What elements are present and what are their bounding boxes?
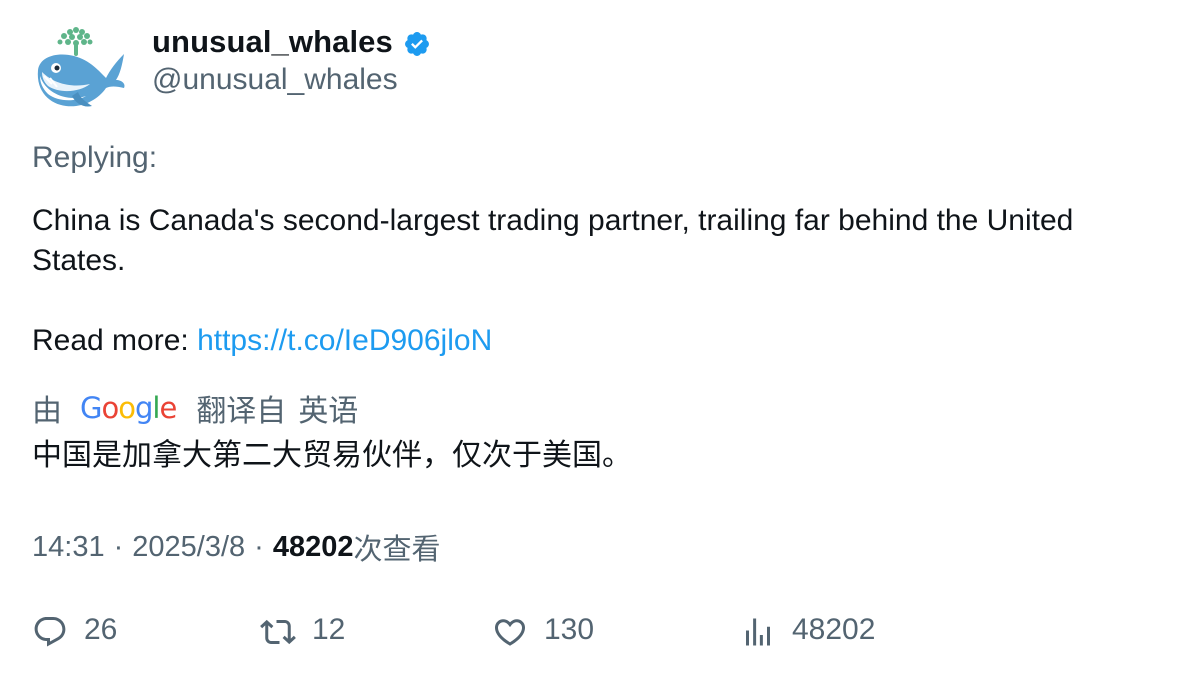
tweet-time[interactable]: 14:31: [32, 531, 105, 564]
translation-source-language: 英语: [298, 395, 359, 428]
translation-suffix: 翻译自: [196, 395, 287, 428]
author-display-name[interactable]: unusual_whales: [152, 24, 393, 60]
verified-badge-icon: [404, 31, 429, 56]
retweet-icon: [260, 619, 296, 645]
views-action-count: 48202: [792, 613, 876, 646]
reply-button[interactable]: 26: [32, 604, 117, 660]
avatar[interactable]: [32, 26, 128, 112]
tweet-date[interactable]: 2025/3/8: [132, 531, 245, 564]
author-handle[interactable]: @unusual_whales: [152, 63, 398, 97]
google-logo: Google: [80, 391, 177, 425]
tweet-meta: 14:31 · 2025/3/8 · 48202 次查看: [32, 526, 440, 568]
tweet-text: China is Canada's second-largest trading…: [32, 204, 1082, 277]
views-label: 次查看: [353, 534, 441, 566]
retweet-count: 12: [312, 613, 346, 646]
meta-separator: ·: [113, 530, 124, 563]
reply-icon: [34, 617, 66, 647]
like-count: 130: [544, 613, 595, 646]
meta-separator-2: ·: [254, 530, 264, 563]
action-bar: 26 12 130 48202: [32, 604, 1172, 660]
tweet-link[interactable]: https://t.co/IeD906jloN: [197, 324, 492, 357]
retweet-button[interactable]: 12: [260, 604, 345, 660]
replying-label: Replying:: [32, 141, 158, 174]
views-button[interactable]: 48202: [740, 604, 875, 660]
reply-count: 26: [84, 613, 118, 646]
like-button[interactable]: 130: [492, 604, 594, 660]
heart-icon: [494, 619, 526, 646]
read-more-label: Read more:: [32, 324, 198, 357]
translated-text: 中国是加拿大第二大贸易伙伴，仅次于美国。: [32, 439, 632, 472]
views-count: 48202: [272, 530, 354, 563]
translation-attribution: 由 Google 翻译自 英语: [32, 386, 358, 430]
analytics-icon: [746, 618, 770, 646]
whale-avatar-icon: [37, 27, 125, 107]
translation-prefix: 由: [32, 395, 62, 428]
author-name-row[interactable]: unusual_whales: [152, 22, 431, 62]
read-more-line: Read more: https://t.co/IeD906jloN: [32, 321, 492, 361]
